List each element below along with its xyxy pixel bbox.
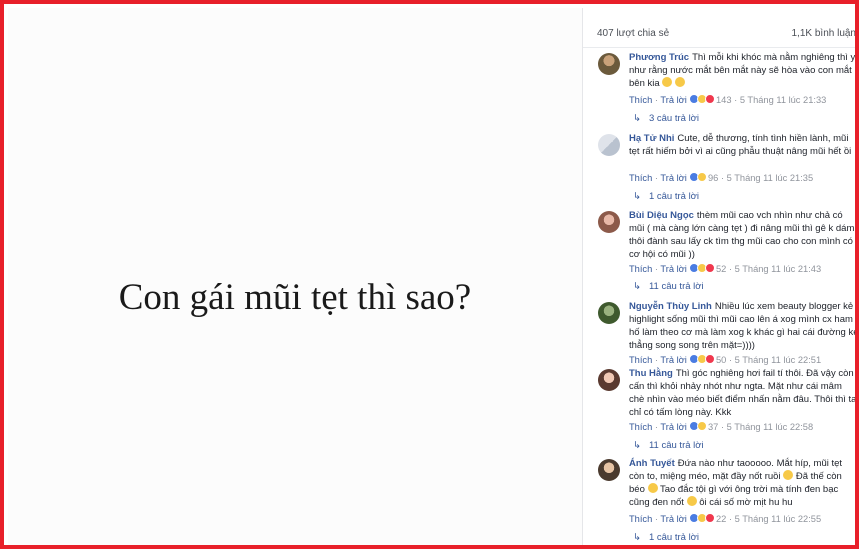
reaction-count[interactable]: 22 — [716, 514, 726, 524]
comment-actions: Thích · Trả lời 22 · 5 Tháng 11 lúc 22:5… — [629, 513, 822, 524]
love-reaction-icon — [705, 354, 716, 364]
reaction-count[interactable]: 143 — [716, 95, 732, 105]
love-reaction-icon — [705, 263, 716, 273]
avatar[interactable] — [598, 459, 620, 481]
reaction-count[interactable]: 96 — [708, 173, 718, 183]
avatar[interactable] — [598, 211, 620, 233]
crying-emoji-icon — [686, 496, 697, 506]
comment-body: Ánh Tuyết Đứa nào như taooooo. Mắt híp, m… — [629, 457, 855, 509]
like-link[interactable]: Thích — [629, 422, 652, 432]
comment-body: Hạ Tử Nhi Cute, dễ thương, tính tình hiền… — [629, 132, 855, 158]
like-link[interactable]: Thích — [629, 95, 652, 105]
haha-reaction-icon — [697, 421, 708, 431]
reply-arrow-icon: ↳ — [633, 113, 641, 124]
shares-count[interactable]: 407 lượt chia sẻ — [597, 28, 669, 39]
comment-time[interactable]: 5 Tháng 11 lúc 22:55 — [735, 514, 822, 524]
comment-time[interactable]: 5 Tháng 11 lúc 22:58 — [727, 422, 814, 432]
comment-body: Thu Hằng Thì góc nghiêng hơi fail tí thôi… — [629, 367, 855, 419]
reply-link[interactable]: Trả lời — [660, 173, 686, 183]
photo-caption: Con gái mũi tẹt thì sao? — [118, 277, 472, 318]
smiling-emoji-icon — [647, 483, 658, 493]
post-photo[interactable]: Con gái mũi tẹt thì sao? — [8, 8, 582, 545]
comment-actions: Thích · Trả lời 52 · 5 Tháng 11 lúc 21:4… — [629, 263, 822, 274]
view-replies-link[interactable]: ↳ 3 câu trả lời — [633, 113, 699, 124]
comment-body: Bùi Diệu Ngọc thèm mũi cao vch nhìn như c… — [629, 209, 855, 261]
reaction-count[interactable]: 52 — [716, 264, 726, 274]
reply-arrow-icon: ↳ — [633, 281, 641, 292]
like-link[interactable]: Thích — [629, 355, 652, 365]
reply-arrow-icon: ↳ — [633, 440, 641, 451]
view-replies-link[interactable]: ↳ 11 câu trả lời — [633, 281, 704, 292]
comment-actions: Thích · Trả lời 50 · 5 Tháng 11 lúc 22:5… — [629, 354, 822, 365]
comment-author[interactable]: Thu Hằng — [629, 368, 673, 379]
comment-author[interactable]: Hạ Tử Nhi — [629, 133, 674, 144]
comment-author[interactable]: Nguyễn Thùy Linh — [629, 301, 712, 312]
comment-author[interactable]: Phương Trúc — [629, 52, 689, 63]
reply-arrow-icon: ↳ — [633, 532, 641, 543]
comment-body: Nguyễn Thùy Linh Nhiều lúc xem beauty blo… — [629, 300, 855, 352]
laughing-emoji-icon — [662, 77, 673, 87]
comments-count[interactable]: 1,1K bình luận — [792, 28, 856, 39]
comment-author[interactable]: Bùi Diệu Ngọc — [629, 210, 694, 221]
avatar[interactable] — [598, 134, 620, 156]
avatar[interactable] — [598, 53, 620, 75]
like-link[interactable]: Thích — [629, 173, 652, 183]
comment-time[interactable]: 5 Tháng 11 lúc 22:51 — [735, 355, 822, 365]
comment-author[interactable]: Ánh Tuyết — [629, 458, 675, 469]
reaction-count[interactable]: 37 — [708, 422, 718, 432]
comment-text: ôi cái số mờ mịt hu hu — [699, 497, 793, 508]
avatar[interactable] — [598, 369, 620, 391]
comment-actions: Thích · Trả lời 96 · 5 Tháng 11 lúc 21:3… — [629, 172, 814, 183]
view-replies-link[interactable]: ↳ 1 câu trả lời — [633, 191, 699, 202]
reply-link[interactable]: Trả lời — [660, 514, 686, 524]
laughing-emoji-icon — [674, 77, 685, 87]
comment-actions: Thích · Trả lời 37 · 5 Tháng 11 lúc 22:5… — [629, 421, 814, 432]
view-replies-link[interactable]: ↳ 1 câu trả lời — [633, 532, 699, 543]
reply-arrow-icon: ↳ — [633, 191, 641, 202]
view-replies-link[interactable]: ↳ 11 câu trả lời — [633, 440, 704, 451]
love-reaction-icon — [705, 94, 716, 104]
screenshot-frame: Con gái mũi tẹt thì sao? 407 lượt chia s… — [0, 0, 859, 549]
smiling-emoji-icon — [783, 470, 794, 480]
reaction-count[interactable]: 50 — [716, 355, 726, 365]
like-link[interactable]: Thích — [629, 514, 652, 524]
haha-reaction-icon — [697, 172, 708, 182]
reply-link[interactable]: Trả lời — [660, 264, 686, 274]
comment-body: Phương Trúc Thì mỗi khi khóc mà nằm nghiê… — [629, 51, 855, 90]
post-stats: 407 lượt chia sẻ 1,1K bình luận — [583, 8, 856, 48]
comment-time[interactable]: 5 Tháng 11 lúc 21:33 — [740, 95, 827, 105]
love-reaction-icon — [705, 513, 716, 523]
reply-link[interactable]: Trả lời — [660, 422, 686, 432]
comments-panel: 407 lượt chia sẻ 1,1K bình luận Phương T… — [582, 8, 856, 545]
avatar[interactable] — [598, 302, 620, 324]
comment-time[interactable]: 5 Tháng 11 lúc 21:35 — [727, 173, 814, 183]
reply-link[interactable]: Trả lời — [660, 355, 686, 365]
comment-actions: Thích · Trả lời 143 · 5 Tháng 11 lúc 21:… — [629, 94, 827, 105]
like-link[interactable]: Thích — [629, 264, 652, 274]
comment-time[interactable]: 5 Tháng 11 lúc 21:43 — [735, 264, 822, 274]
reply-link[interactable]: Trả lời — [660, 95, 686, 105]
